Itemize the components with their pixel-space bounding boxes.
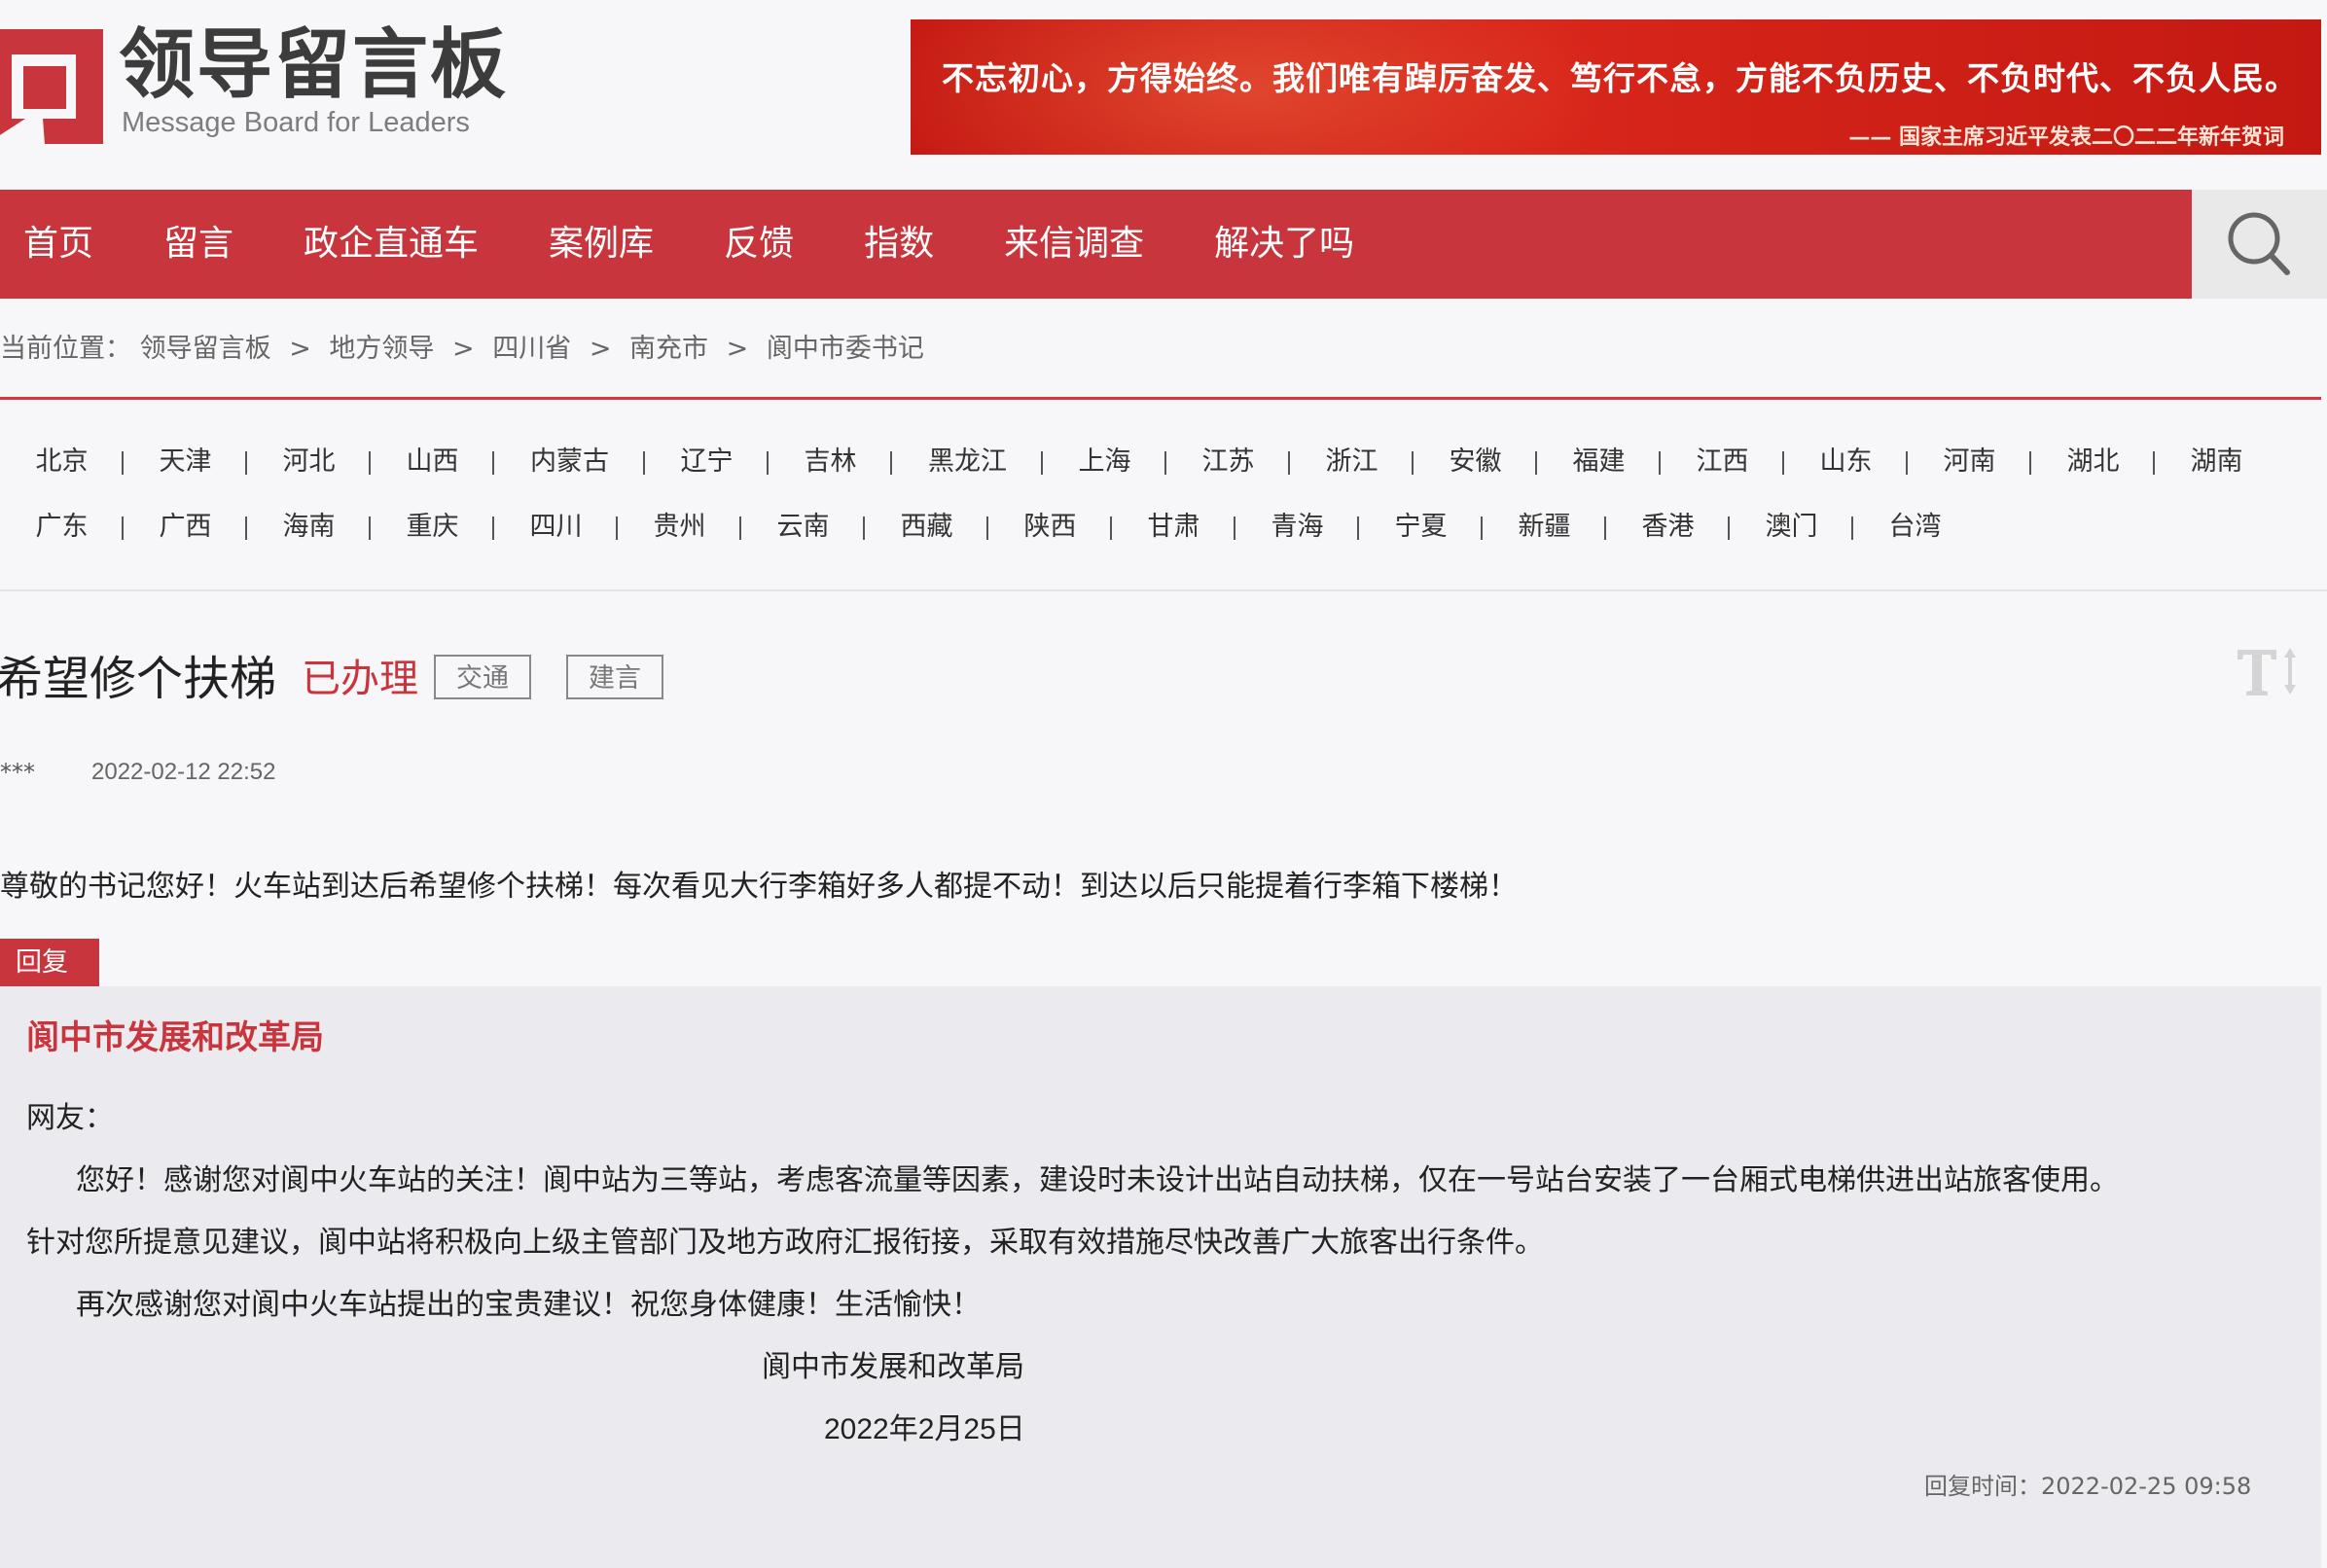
breadcrumb-separator: > (452, 334, 475, 364)
region-link[interactable]: 吉林 (769, 443, 892, 481)
breadcrumb-link-local-leaders[interactable]: 地方领导 (329, 334, 434, 364)
search-icon (2228, 212, 2290, 275)
reply-department: 阆中市发展和改革局 (26, 1018, 324, 1057)
region-link[interactable]: 甘肃 (1112, 508, 1235, 547)
breadcrumb-link-sichuan[interactable]: 四川省 (492, 334, 571, 364)
region-link[interactable]: 河南 (1908, 443, 2031, 481)
reply-paragraph-1-cont: 针对您所提意见建议，阆中站将积极向上级主管部门及地方政府汇报衔接，采取有效措施尽… (26, 1226, 1544, 1260)
region-divider (0, 589, 2327, 591)
font-size-icon (2238, 648, 2296, 695)
breadcrumb-link-langzhong-secretary[interactable]: 阆中市委书记 (767, 334, 924, 364)
reply-signature-date: 2022年2月25日 (824, 1413, 1025, 1445)
region-link[interactable]: 天津 (124, 443, 247, 481)
nav-item-message[interactable]: 留言 (128, 190, 268, 299)
banner-quote: 不忘初心，方得始终。我们唯有踔厉奋发、笃行不怠，方能不负历史、不负时代、不负人民… (942, 59, 2298, 97)
region-link[interactable]: 青海 (1235, 508, 1359, 547)
region-link[interactable]: 北京 (0, 443, 124, 481)
region-link[interactable]: 新疆 (1483, 508, 1606, 547)
region-row-2: 广东 广西 海南 重庆 四川 贵州 云南 西藏 陕西 甘肃 青海 宁夏 新疆 香… (0, 508, 2327, 547)
breadcrumb-divider (0, 397, 2321, 400)
region-link[interactable]: 福建 (1537, 443, 1661, 481)
font-size-toggle[interactable] (2234, 642, 2302, 700)
message-posted-time: 2022-02-12 22:52 (91, 759, 276, 785)
region-link[interactable]: 河北 (247, 443, 371, 481)
breadcrumb-prefix: 当前位置： (0, 334, 131, 364)
region-link[interactable]: 贵州 (618, 508, 741, 547)
tag-category[interactable]: 交通 (434, 655, 531, 699)
main-nav: 首页 留言 政企直通车 案例库 反馈 指数 来信调查 解决了吗 (0, 190, 2192, 299)
message-body: 尊敬的书记您好！火车站到达后希望修个扶梯！每次看见大行李箱好多人都提不动！到达以… (0, 870, 1518, 904)
reply-paragraph-1: 您好！感谢您对阆中火车站的关注！阆中站为三等站，考虑客流量等因素，建设时未设计出… (76, 1163, 2119, 1197)
region-link[interactable]: 重庆 (371, 508, 494, 547)
breadcrumb-separator: > (726, 334, 749, 364)
region-link[interactable]: 云南 (741, 508, 865, 547)
region-link[interactable]: 辽宁 (645, 443, 769, 481)
reply-paragraph-2: 再次感谢您对阆中火车站提出的宝贵建议！祝您身体健康！生活愉快！ (76, 1288, 981, 1322)
region-link[interactable]: 广东 (0, 508, 124, 547)
logo-mark-icon (0, 29, 103, 144)
breadcrumb-link-board[interactable]: 领导留言板 (140, 334, 271, 364)
region-link[interactable]: 陕西 (988, 508, 1112, 547)
nav-item-index[interactable]: 指数 (829, 190, 969, 299)
region-link[interactable]: 海南 (247, 508, 371, 547)
region-link[interactable]: 浙江 (1290, 443, 1414, 481)
nav-item-survey[interactable]: 来信调查 (969, 190, 1179, 299)
nav-item-gov-enterprise[interactable]: 政企直通车 (268, 190, 514, 299)
region-selector: 北京 天津 河北 山西 内蒙古 辽宁 吉林 黑龙江 上海 江苏 浙江 安徽 福建… (0, 443, 2327, 573)
banner-source: —— 国家主席习近平发表二〇二二年新年贺词 (1848, 125, 2284, 150)
reply-greeting: 网友： (26, 1101, 114, 1135)
nav-list: 首页 留言 政企直通车 案例库 反馈 指数 来信调查 解决了吗 (0, 190, 2192, 299)
region-link[interactable]: 山东 (1784, 443, 1908, 481)
region-link[interactable]: 宁夏 (1359, 508, 1483, 547)
logo-title: 领导留言板 (119, 21, 509, 109)
reply-time: 回复时间：2022-02-25 09:58 (1924, 1473, 2252, 1500)
region-link[interactable]: 广西 (124, 508, 247, 547)
status-badge: 已办理 (302, 657, 418, 701)
tag-type[interactable]: 建言 (566, 655, 663, 699)
nav-item-resolved[interactable]: 解决了吗 (1179, 190, 1389, 299)
region-link[interactable]: 江苏 (1166, 443, 1290, 481)
breadcrumb-separator: > (589, 334, 612, 364)
nav-item-feedback[interactable]: 反馈 (689, 190, 829, 299)
region-link[interactable]: 澳门 (1730, 508, 1853, 547)
region-link[interactable]: 湖北 (2031, 443, 2155, 481)
region-link[interactable]: 西藏 (865, 508, 988, 547)
search-button[interactable] (2192, 190, 2327, 299)
quote-banner[interactable]: 不忘初心，方得始终。我们唯有踔厉奋发、笃行不怠，方能不负历史、不负时代、不负人民… (911, 19, 2321, 155)
region-link[interactable]: 山西 (371, 443, 494, 481)
region-row-1: 北京 天津 河北 山西 内蒙古 辽宁 吉林 黑龙江 上海 江苏 浙江 安徽 福建… (0, 443, 2327, 481)
region-link[interactable]: 安徽 (1414, 443, 1537, 481)
nav-item-cases[interactable]: 案例库 (514, 190, 689, 299)
region-link[interactable]: 江西 (1661, 443, 1784, 481)
nav-item-home[interactable]: 首页 (0, 190, 128, 299)
region-link[interactable]: 香港 (1606, 508, 1730, 547)
region-link[interactable]: 内蒙古 (494, 443, 645, 481)
region-link[interactable]: 湖南 (2155, 443, 2278, 481)
region-link[interactable]: 上海 (1043, 443, 1166, 481)
region-link[interactable]: 台湾 (1853, 508, 1977, 547)
message-title: 希望修个扶梯 (0, 652, 277, 706)
logo-subtitle: Message Board for Leaders (122, 107, 470, 138)
breadcrumb: 当前位置： 领导留言板 > 地方领导 > 四川省 > 南充市 > 阆中市委书记 (0, 331, 924, 368)
region-link[interactable]: 黑龙江 (892, 443, 1043, 481)
message-author: *** (0, 759, 35, 786)
breadcrumb-separator: > (289, 334, 311, 364)
breadcrumb-link-nanchong[interactable]: 南充市 (629, 334, 708, 364)
reply-signature-org: 阆中市发展和改革局 (762, 1350, 1024, 1384)
region-link[interactable]: 四川 (494, 508, 618, 547)
reply-label: 回复 (0, 939, 99, 986)
